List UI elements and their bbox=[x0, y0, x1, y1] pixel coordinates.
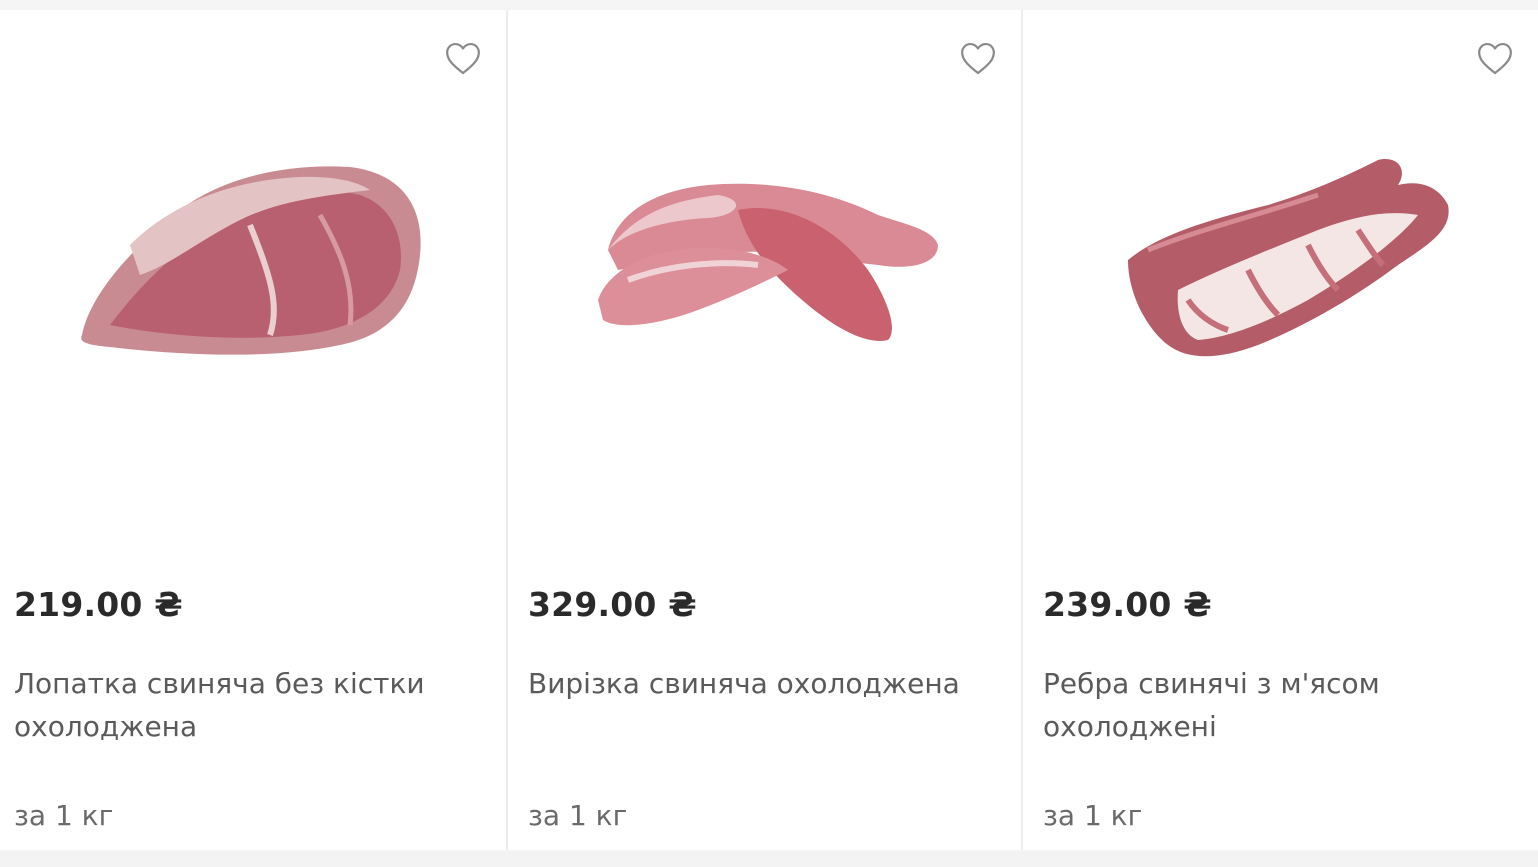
pork-shoulder-image bbox=[81, 166, 421, 355]
product-unit: за 1 кг bbox=[1043, 799, 1143, 832]
product-unit: за 1 кг bbox=[528, 799, 628, 832]
product-name[interactable]: Вирізка свиняча охолоджена bbox=[528, 662, 998, 705]
product-image[interactable] bbox=[1023, 10, 1538, 530]
product-card[interactable]: 239.00 ₴ Ребра свинячі з м'ясом охолодже… bbox=[1023, 10, 1538, 850]
product-grid: 219.00 ₴ Лопатка свиняча без кістки охол… bbox=[0, 10, 1538, 850]
product-unit: за 1 кг bbox=[14, 799, 114, 832]
product-image[interactable] bbox=[0, 10, 506, 530]
product-name[interactable]: Ребра свинячі з м'ясом охолоджені bbox=[1043, 662, 1463, 748]
product-name[interactable]: Лопатка свиняча без кістки охолоджена bbox=[14, 662, 484, 748]
product-image[interactable] bbox=[508, 10, 1021, 530]
pork-tenderloin-image bbox=[598, 183, 938, 341]
pork-ribs-image bbox=[1128, 159, 1449, 357]
product-price: 329.00 ₴ bbox=[528, 585, 697, 624]
product-price: 219.00 ₴ bbox=[14, 585, 183, 624]
next-row-strip bbox=[0, 852, 1538, 867]
product-card[interactable]: 329.00 ₴ Вирізка свиняча охолоджена за 1… bbox=[508, 10, 1021, 850]
product-price: 239.00 ₴ bbox=[1043, 585, 1212, 624]
product-card[interactable]: 219.00 ₴ Лопатка свиняча без кістки охол… bbox=[0, 10, 506, 850]
